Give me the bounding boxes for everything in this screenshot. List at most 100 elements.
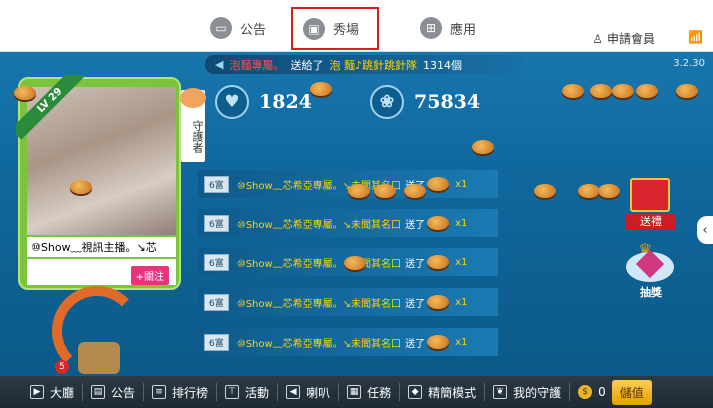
horn-icon: ◀ — [215, 58, 224, 71]
send-gift-label: 送禮 — [626, 214, 676, 230]
roast-chicken-icon — [676, 84, 698, 98]
top-bar: ▭ 公告 ▣ 秀場 ⊞ 應用 ♙ 申請會員 📶 — [0, 0, 713, 52]
notice-icon: ▤ — [91, 385, 106, 399]
roast-chicken-icon — [348, 184, 370, 198]
tasks-label: 任務 — [367, 385, 392, 400]
roast-chicken-icon — [427, 216, 450, 230]
roses-stat: ❀ 75834 — [370, 85, 480, 119]
roast-chicken-icon — [310, 82, 332, 96]
speaker-icon: ◀ — [286, 385, 301, 399]
top-up-button[interactable]: 儲值 — [611, 379, 652, 405]
chat-action: 送了 — [405, 338, 426, 350]
chat-user: ⑩Show﹏芯希亞專屬。↘未聞其名口 — [236, 298, 402, 310]
lobby-button[interactable]: ▶ 大廳 — [0, 376, 82, 408]
chat-row: 6富 ⑩Show﹏芯希亞專屬。↘未聞其名口 送了 x1 — [198, 288, 498, 316]
tab-apps[interactable]: ⊞ 應用 — [410, 8, 486, 48]
host-name: ⑩Show﹏視訊主播。↘芯 — [27, 237, 176, 257]
coin-icon: $ — [578, 385, 593, 399]
rich-badge: 6富 — [204, 333, 229, 351]
treasure-chest-icon[interactable] — [78, 342, 120, 374]
roast-chicken-icon — [598, 184, 620, 198]
chat-qty: x1 — [455, 296, 468, 308]
roast-chicken-icon — [344, 256, 366, 270]
chat-action: 送了 — [405, 258, 426, 270]
hearts-value: 1824 — [259, 91, 312, 113]
events-label: 活動 — [245, 385, 270, 400]
collapse-arrow-icon[interactable]: ‹ — [697, 216, 713, 244]
live-stage: ◀ 泡麵專屬。 送給了 泡 麵♪跳針跳針隊 1314個 3.2.30 ♥ 182… — [0, 52, 713, 374]
play-icon: ▶ — [30, 385, 44, 399]
signal-icon: 📶 — [688, 30, 703, 44]
guardian-label: 守護者 — [191, 119, 204, 153]
roast-chicken-icon — [636, 84, 658, 98]
follow-button[interactable]: +關注 — [130, 266, 169, 285]
rich-badge: 6富 — [204, 175, 229, 193]
tasks-button[interactable]: ▦ 任務 — [339, 376, 399, 408]
user-icon: ♙ — [592, 31, 603, 46]
rose-icon: ❀ — [370, 85, 404, 119]
rich-badge: 6富 — [204, 214, 229, 232]
signpost-icon: ⊤ — [225, 385, 240, 399]
leaf-icon: ❦ — [493, 385, 508, 399]
rich-badge: 6富 — [204, 253, 229, 271]
roast-chicken-icon — [534, 184, 556, 198]
roast-chicken-icon — [612, 84, 634, 98]
roast-chicken-icon — [427, 335, 450, 349]
apply-member-label: 申請會員 — [606, 32, 655, 46]
lobby-label: 大廳 — [50, 385, 75, 400]
ticker-count: 1314個 — [423, 58, 462, 72]
coin-amount: 0 — [598, 385, 606, 399]
host-card[interactable]: LV 29 ⑩Show﹏視訊主播。↘芯 +關注 — [16, 75, 181, 290]
tab-show-label: 秀場 — [333, 23, 360, 38]
apps-icon: ⊞ — [420, 17, 442, 39]
ranking-button[interactable]: ≡ 排行榜 — [144, 376, 216, 408]
coin-balance: $ 0 — [570, 376, 606, 408]
chat-action: 送了 — [405, 298, 426, 310]
send-gift-button[interactable]: 送禮 — [626, 178, 678, 232]
rich-badge: 6富 — [204, 293, 229, 311]
tab-show[interactable]: ▣ 秀場 — [291, 7, 379, 50]
roast-chicken-icon — [578, 184, 600, 198]
my-guardian-button[interactable]: ❦ 我的守護 — [485, 376, 569, 408]
hearts-stat: ♥ 1824 — [215, 85, 312, 119]
chat-row: 6富 ⑩Show﹏芯希亞專屬。↘未聞其名口 送了 x1 — [198, 328, 498, 356]
tab-apps-label: 應用 — [450, 22, 477, 38]
chat-qty: x1 — [455, 336, 468, 348]
roast-chicken-icon — [562, 84, 584, 98]
chat-user: ⑩Show﹏芯希亞專屬。↘未聞其名口 — [236, 338, 402, 350]
version-label: 3.2.30 — [673, 58, 705, 69]
chat-user: ⑩Show﹏芯希亞專屬。↘未聞其名口 — [236, 258, 402, 270]
wing-icon — [180, 88, 206, 108]
lottery-button[interactable]: ♛ 抽獎 — [620, 240, 682, 302]
chat-row: 6富 ⑩Show﹏芯希亞專屬。↘未聞其名口 送了 x1 — [198, 209, 498, 237]
tab-announcement-label: 公告 — [240, 22, 267, 38]
guardian-tab[interactable]: 守護者 — [180, 88, 206, 162]
cube-icon: ◆ — [408, 385, 423, 399]
compact-mode-label: 精簡模式 — [428, 385, 477, 400]
heart-icon: ♥ — [215, 85, 249, 119]
events-button[interactable]: ⊤ 活動 — [217, 376, 277, 408]
compact-mode-button[interactable]: ◆ 精簡模式 — [400, 376, 484, 408]
ranking-label: 排行榜 — [172, 385, 209, 400]
list-icon: ≡ — [152, 385, 167, 399]
chat-qty: x1 — [455, 178, 468, 190]
roast-chicken-icon — [427, 295, 450, 309]
roast-chicken-icon — [70, 180, 92, 194]
roast-chicken-icon — [472, 140, 494, 154]
roast-chicken-icon — [427, 177, 450, 191]
tab-announcement[interactable]: ▭ 公告 — [200, 8, 276, 48]
chat-user: ⑩Show﹏芯希亞專屬。↘未聞其名口 — [236, 219, 402, 231]
lottery-label: 抽獎 — [640, 286, 662, 299]
speaker-label: 喇叭 — [306, 385, 331, 400]
roast-chicken-icon — [590, 84, 612, 98]
roast-chicken-icon — [427, 255, 450, 269]
apply-member-link[interactable]: ♙ 申請會員 — [592, 30, 655, 47]
notice-button[interactable]: ▤ 公告 — [83, 376, 143, 408]
ticker-sender: 泡麵專屬。 — [229, 58, 285, 72]
film-icon: ▣ — [303, 17, 325, 40]
gift-ticker: ◀ 泡麵專屬。 送給了 泡 麵♪跳針跳針隊 1314個 — [205, 55, 523, 74]
ticker-action: 送給了 — [290, 58, 324, 72]
roast-chicken-icon — [404, 184, 426, 198]
notification-badge: 5 — [55, 360, 69, 374]
speaker-button[interactable]: ◀ 喇叭 — [278, 376, 338, 408]
